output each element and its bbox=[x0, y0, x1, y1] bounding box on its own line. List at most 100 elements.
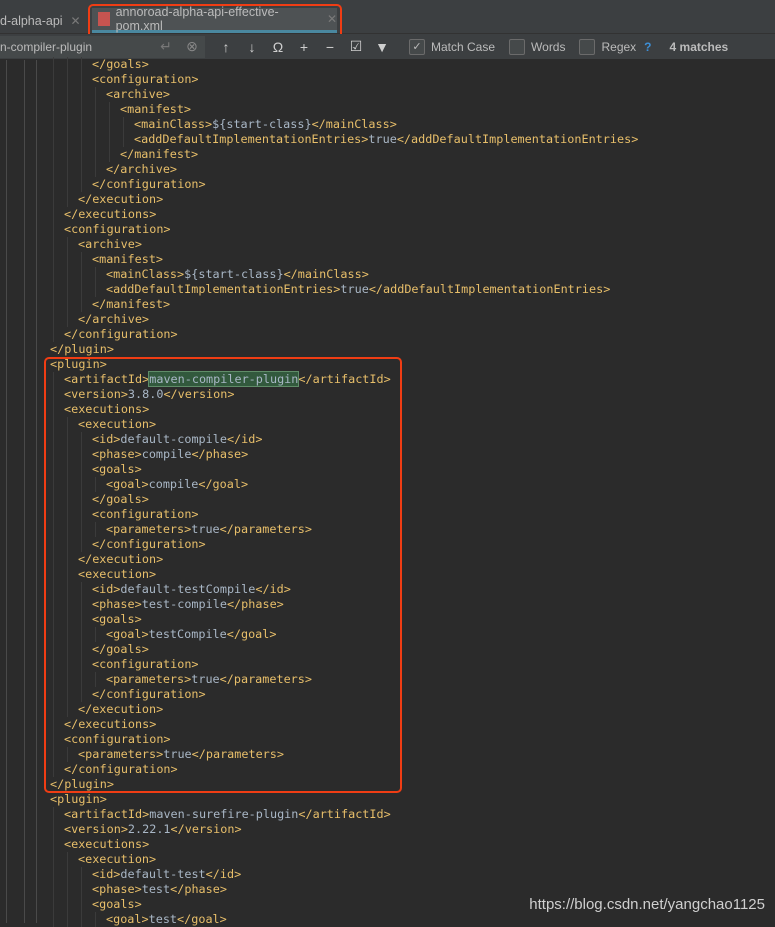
indent-guide bbox=[53, 687, 54, 702]
indent-guide bbox=[81, 627, 82, 642]
search-value: n-compiler-plugin bbox=[0, 39, 93, 54]
code-line: </execution> bbox=[78, 192, 164, 206]
indent-guide bbox=[67, 612, 68, 627]
indent-guide bbox=[67, 57, 68, 72]
code-line: <goals> bbox=[92, 612, 142, 626]
code-line: </goals> bbox=[92, 642, 149, 656]
code-line: </manifest> bbox=[120, 147, 199, 161]
indent-guide bbox=[53, 57, 54, 72]
indent-guide bbox=[53, 717, 54, 732]
code-line: <parameters>true</parameters> bbox=[106, 522, 312, 536]
indent-guide bbox=[53, 192, 54, 207]
indent-guide bbox=[67, 882, 68, 897]
tab-label: annoroad-alpha-api-effective-pom.xml bbox=[115, 5, 279, 33]
indent-guide bbox=[95, 87, 96, 102]
indent-guide bbox=[81, 597, 82, 612]
match-case-checkbox[interactable]: ✓ Match Case bbox=[409, 38, 496, 55]
indent-guide bbox=[67, 672, 68, 687]
code-line: <configuration> bbox=[92, 657, 199, 671]
code-line: <phase>compile</phase> bbox=[92, 447, 249, 461]
indent-guide bbox=[81, 582, 82, 597]
code-line: <execution> bbox=[78, 567, 157, 581]
indent-guide bbox=[53, 402, 54, 417]
code-line: </configuration> bbox=[92, 177, 206, 191]
code-line: </archive> bbox=[106, 162, 178, 176]
indent-guide bbox=[81, 282, 82, 297]
indent-guide bbox=[53, 312, 54, 327]
indent-guide bbox=[67, 267, 68, 282]
code-line: </configuration> bbox=[92, 537, 206, 551]
indent-guide bbox=[53, 747, 54, 762]
match-case-label: Match Case bbox=[431, 39, 496, 54]
indent-guide bbox=[95, 522, 96, 537]
search-input[interactable]: n-compiler-plugin ↵ ⊗ bbox=[0, 35, 205, 58]
arrow-up-icon[interactable]: ↑ bbox=[213, 39, 239, 55]
indent-guide bbox=[67, 177, 68, 192]
indent-guide bbox=[67, 297, 68, 312]
indent-guide bbox=[53, 807, 54, 822]
indent-guide bbox=[67, 162, 68, 177]
indent-guide bbox=[67, 552, 68, 567]
tab-alpha-api[interactable]: d-alpha-api ✕ bbox=[0, 8, 86, 33]
find-all-icon[interactable]: Ω bbox=[265, 39, 291, 55]
indent-guide bbox=[53, 282, 54, 297]
indent-guide bbox=[53, 87, 54, 102]
gutter bbox=[0, 60, 44, 923]
indent-guide bbox=[81, 507, 82, 522]
regex-help-link[interactable]: ? bbox=[644, 40, 651, 54]
clear-icon[interactable]: ⊗ bbox=[179, 38, 205, 55]
indent-guide bbox=[67, 147, 68, 162]
checkmark-icon: ✓ bbox=[409, 38, 425, 55]
code-line: </configuration> bbox=[64, 762, 178, 776]
code-line: <addDefaultImplementationEntries>true</a… bbox=[134, 132, 639, 146]
code-line: <configuration> bbox=[92, 507, 199, 521]
indent-guide bbox=[67, 687, 68, 702]
indent-guide bbox=[53, 507, 54, 522]
add-occurrence-icon[interactable]: + bbox=[291, 39, 317, 55]
code-line: <plugin> bbox=[50, 792, 107, 806]
indent-guide bbox=[53, 597, 54, 612]
close-icon[interactable]: ✕ bbox=[327, 12, 337, 26]
match-count: 4 matches bbox=[669, 39, 729, 54]
indent-guide bbox=[53, 207, 54, 222]
indent-guide bbox=[53, 837, 54, 852]
indent-guide bbox=[53, 492, 54, 507]
close-icon[interactable]: ✕ bbox=[71, 14, 81, 28]
code-line: <manifest> bbox=[92, 252, 164, 266]
arrow-down-icon[interactable]: ↓ bbox=[239, 39, 265, 55]
code-line: <goals> bbox=[92, 897, 142, 911]
tab-effective-pom[interactable]: annoroad-alpha-api-effective-pom.xml ✕ bbox=[92, 5, 337, 33]
indent-guide bbox=[81, 462, 82, 477]
code-line: <parameters>true</parameters> bbox=[106, 672, 312, 686]
code-line: <archive> bbox=[106, 87, 170, 101]
remove-occurrence-icon[interactable]: − bbox=[317, 39, 343, 55]
indent-guide bbox=[67, 237, 68, 252]
indent-guide bbox=[67, 582, 68, 597]
indent-guide bbox=[53, 372, 54, 387]
select-all-occurrences-icon[interactable]: ☑ bbox=[343, 38, 369, 55]
indent-guide bbox=[109, 132, 110, 147]
indent-guide bbox=[67, 447, 68, 462]
indent-guide bbox=[53, 822, 54, 837]
words-checkbox[interactable]: Words bbox=[509, 38, 565, 55]
checkbox-box bbox=[579, 38, 596, 55]
code-line: <goal>test</goal> bbox=[106, 912, 227, 926]
indent-guide bbox=[53, 387, 54, 402]
indent-guide bbox=[81, 492, 82, 507]
regex-checkbox[interactable]: Regex bbox=[579, 38, 636, 55]
indent-guide bbox=[81, 897, 82, 912]
indent-guide bbox=[53, 882, 54, 897]
code-line: <addDefaultImplementationEntries>true</a… bbox=[106, 282, 611, 296]
indent-guide bbox=[53, 267, 54, 282]
indent-guide bbox=[67, 477, 68, 492]
code-line: </execution> bbox=[78, 552, 164, 566]
indent-guide bbox=[53, 537, 54, 552]
indent-guide bbox=[109, 117, 110, 132]
indent-guide bbox=[53, 72, 54, 87]
indent-guide bbox=[81, 912, 82, 927]
filter-icon[interactable]: ▼ bbox=[369, 39, 395, 55]
code-line: <goal>compile</goal> bbox=[106, 477, 249, 491]
indent-guide bbox=[53, 612, 54, 627]
indent-guide bbox=[53, 552, 54, 567]
indent-guide bbox=[53, 222, 54, 237]
